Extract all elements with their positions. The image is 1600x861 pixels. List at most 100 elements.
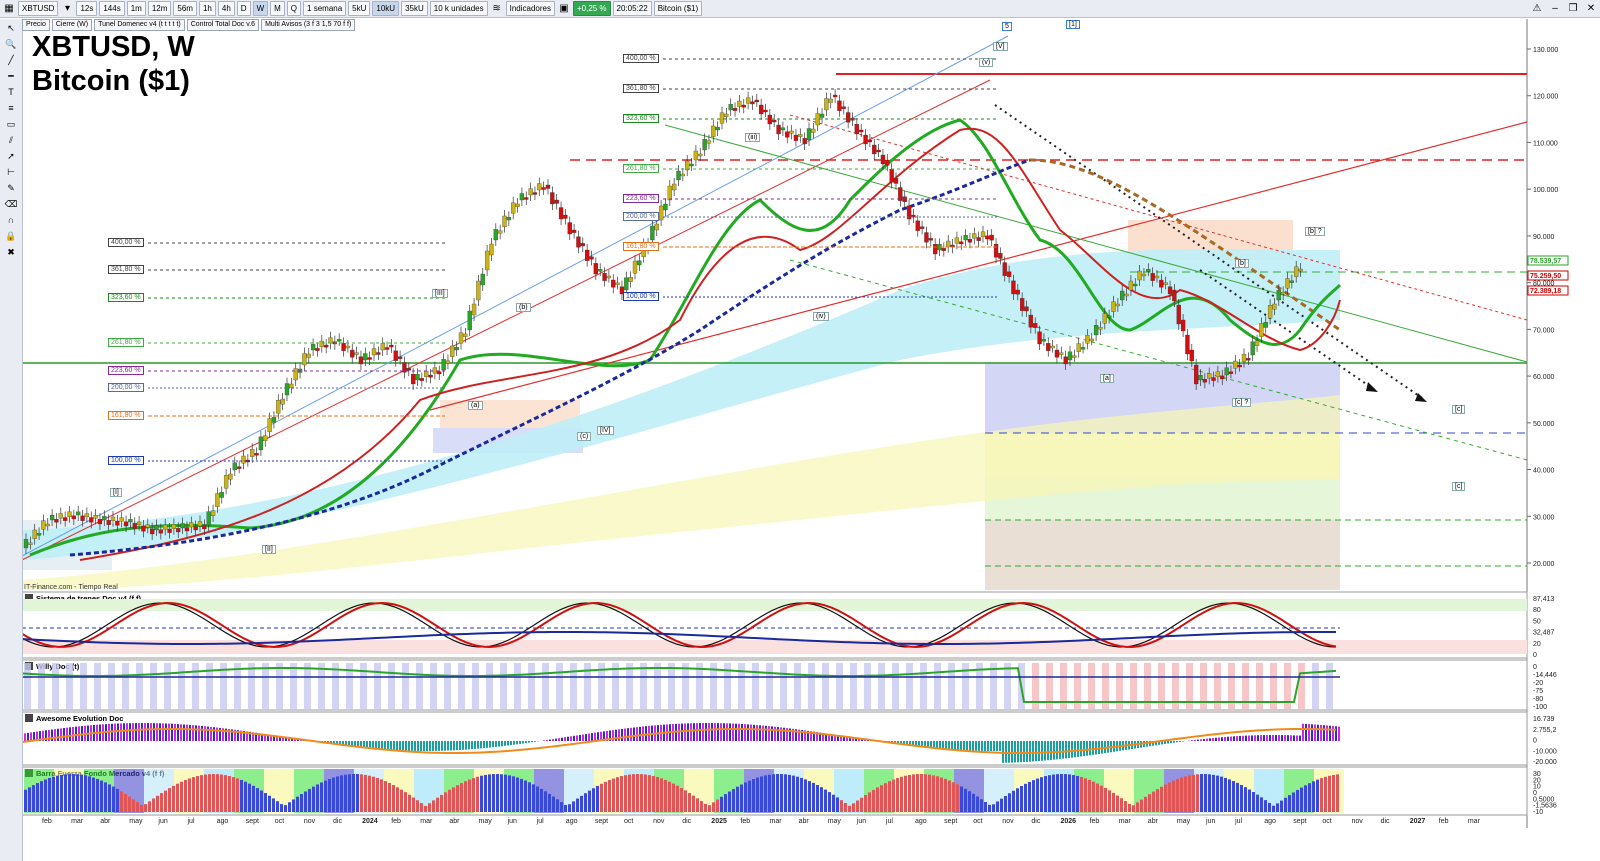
trash-icon[interactable]: ✖ <box>4 245 18 259</box>
willy-bar <box>24 663 31 709</box>
awesome-bar <box>762 725 764 741</box>
wave-label: [IV] <box>597 426 614 435</box>
minimize-icon[interactable]: – <box>1548 1 1562 15</box>
strength-bar <box>528 782 531 812</box>
candle <box>545 184 551 189</box>
strength-bar <box>232 777 235 812</box>
period-button-M[interactable]: M <box>270 1 285 16</box>
zoom-icon[interactable]: 🔍 <box>4 37 18 51</box>
period-button-12s[interactable]: 12s <box>76 1 98 16</box>
candle <box>1185 334 1190 355</box>
awesome-bar <box>735 723 737 741</box>
period-button-1m[interactable]: 1m <box>126 1 146 16</box>
wave-label: (iii) <box>745 133 761 142</box>
lock-icon[interactable]: 🔒 <box>4 229 18 243</box>
candle <box>123 521 129 527</box>
indicator-tab[interactable]: Control Total Doc v.6 <box>186 19 260 31</box>
symbol-selector[interactable]: XBTUSD <box>18 1 59 16</box>
price-tick-label: 40.000 <box>1533 468 1555 475</box>
candle <box>872 144 877 155</box>
candle <box>354 352 359 355</box>
magnet-icon[interactable]: ∩ <box>4 213 18 227</box>
period-button-4h[interactable]: 4h <box>217 1 235 16</box>
candle <box>680 173 685 177</box>
period-button-12m[interactable]: 12m <box>147 1 172 16</box>
close-icon[interactable]: ✕ <box>1584 1 1598 15</box>
candle <box>772 119 777 123</box>
chart-type-icon[interactable]: ≋ <box>490 2 504 16</box>
grid-icon[interactable]: ▣ <box>557 2 571 16</box>
candle <box>41 520 46 530</box>
awesome-bar <box>120 723 122 741</box>
chart-canvas[interactable]: 130.000120.000110.000100.00090.00080.000… <box>0 0 1600 861</box>
unit-button-10kU[interactable]: 10kU <box>372 1 400 16</box>
candle <box>785 131 790 138</box>
awesome-bar <box>738 723 740 741</box>
candle <box>1120 290 1125 301</box>
period-button-D[interactable]: D <box>236 1 251 16</box>
awesome-bar <box>72 726 74 741</box>
strength-bar <box>768 774 771 812</box>
restore-icon[interactable]: ❐ <box>1566 1 1580 15</box>
unit-button-5kU[interactable]: 5kU <box>348 1 371 16</box>
strength-bar <box>1088 779 1091 812</box>
strength-bar <box>464 781 467 812</box>
awesome-bar <box>516 741 518 745</box>
price-tick-label: 30.000 <box>1533 514 1555 521</box>
period-button-56m[interactable]: 56m <box>173 1 197 16</box>
eraser-icon[interactable]: ⌫ <box>4 197 18 211</box>
awesome-bar <box>1050 741 1052 760</box>
candle <box>715 127 720 131</box>
candle <box>445 360 451 364</box>
period-button-144s[interactable]: 144s <box>99 1 125 16</box>
strength-bar <box>604 781 607 812</box>
willy-bar <box>864 663 871 709</box>
awesome-bar <box>690 723 692 741</box>
fib-level-left: 400,00 % <box>108 238 144 247</box>
awesome-bar <box>1197 739 1199 741</box>
awesome-bar <box>558 738 560 741</box>
indicator-tab[interactable]: Multi Avisos (3 f 3 1,5 70 f f) <box>261 19 356 31</box>
period-button-Q[interactable]: Q <box>286 1 302 16</box>
line-icon[interactable]: ╱ <box>4 53 18 67</box>
awesome-bar <box>1059 741 1061 760</box>
measure-icon[interactable]: ⊢ <box>4 165 18 179</box>
unit-button-35kU[interactable]: 35kU <box>401 1 428 16</box>
period-button-W[interactable]: W <box>252 1 269 16</box>
strength-bar <box>976 796 979 812</box>
units-select[interactable]: 10 k unidades <box>429 1 488 16</box>
strength-bar <box>1092 781 1095 812</box>
alert-icon[interactable]: ⚠ <box>1530 1 1544 15</box>
hline-icon[interactable]: ━ <box>4 69 18 83</box>
channel-icon[interactable]: ⫽ <box>4 133 18 147</box>
pen-icon[interactable]: ✎ <box>4 181 18 195</box>
candle <box>989 234 994 241</box>
candle <box>371 348 377 356</box>
cursor-icon[interactable]: ↖ <box>4 21 18 35</box>
awesome-bar <box>531 741 533 743</box>
chevron-down-icon[interactable]: ▾ <box>60 2 74 16</box>
awesome-bar <box>1251 735 1253 741</box>
strength-bar <box>752 779 755 812</box>
awesome-bar <box>1248 735 1250 741</box>
range-selector[interactable]: 1 semana <box>303 1 347 16</box>
text-icon[interactable]: T <box>4 85 18 99</box>
period-button-1h[interactable]: 1h <box>198 1 216 16</box>
rectangle-icon[interactable]: ▭ <box>4 117 18 131</box>
panel-tick: -10.000 <box>1533 748 1557 755</box>
strength-bar <box>596 785 599 812</box>
awesome-bar <box>1209 738 1211 741</box>
strength-bar <box>588 790 591 812</box>
strength-bar <box>1328 775 1331 812</box>
awesome-bar <box>1254 735 1256 741</box>
strength-bar <box>732 789 735 812</box>
strength-bar <box>1308 783 1311 812</box>
strength-bar <box>340 775 343 812</box>
strength-bar <box>472 778 475 812</box>
fib-level-mid: 100,00 % <box>623 292 659 301</box>
arrow-icon[interactable]: ➚ <box>4 149 18 163</box>
strength-bar <box>344 774 347 812</box>
awesome-bar <box>765 725 767 741</box>
indicators-button[interactable]: Indicadores <box>505 1 555 16</box>
fib-icon[interactable]: ≡ <box>4 101 18 115</box>
